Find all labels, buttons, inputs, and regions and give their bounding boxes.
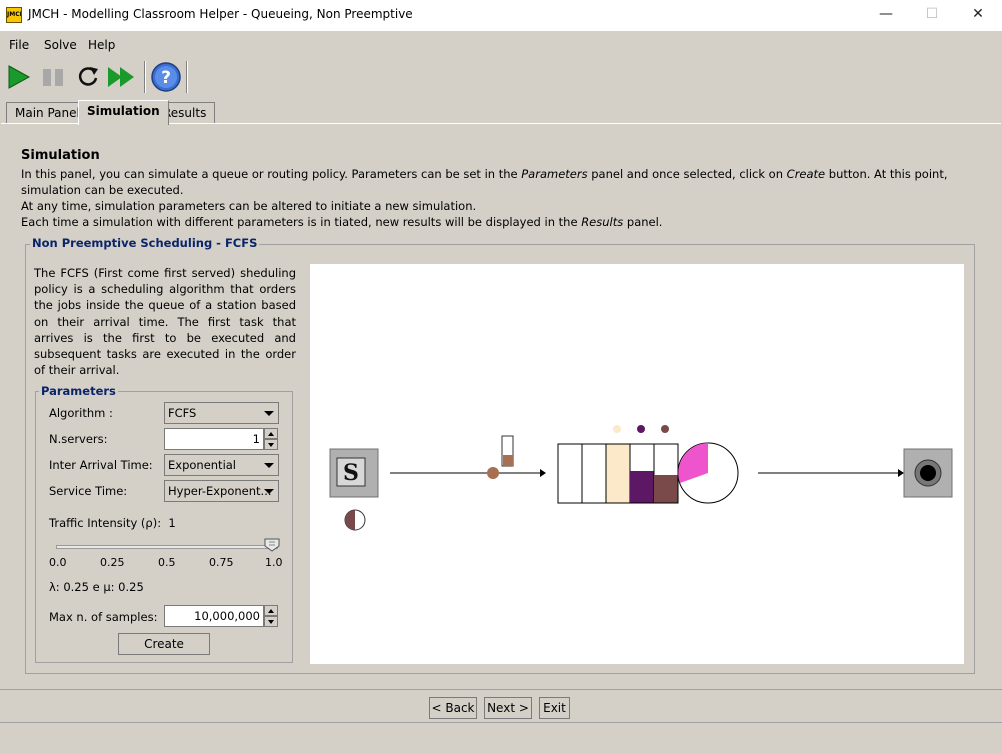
traffic-slider-thumb[interactable] xyxy=(264,538,280,552)
samples-input[interactable] xyxy=(164,605,264,627)
waiting-jobs xyxy=(613,425,669,433)
toolbar: ? xyxy=(0,57,1002,97)
toolbar-separator xyxy=(186,61,188,93)
status-bar xyxy=(0,722,1002,754)
samples-up-button[interactable] xyxy=(264,605,278,616)
servers-stepper[interactable] xyxy=(164,428,279,450)
page-title: Simulation xyxy=(21,148,100,163)
intro-line-1: In this panel, you can simulate a queue … xyxy=(21,167,948,197)
servers-up-button[interactable] xyxy=(264,428,278,439)
tab-bar: Main Panel Simulation Results xyxy=(0,100,1002,125)
play-button[interactable] xyxy=(4,61,36,93)
simulation-canvas: S xyxy=(310,264,964,664)
exit-button[interactable]: Exit xyxy=(539,697,570,719)
svg-text:?: ? xyxy=(161,68,171,88)
algorithm-description: The FCFS (First come first served) shedu… xyxy=(34,266,296,378)
servers-input[interactable] xyxy=(164,428,264,450)
help-icon: ? xyxy=(151,62,181,92)
menu-help[interactable]: Help xyxy=(88,38,115,52)
source-label: S xyxy=(343,460,359,486)
intro-text: In this panel, you can simulate a queue … xyxy=(21,166,986,230)
help-button[interactable]: ? xyxy=(150,61,182,93)
queue-buffer xyxy=(557,443,679,504)
traffic-slider[interactable] xyxy=(56,545,278,549)
source-node: S xyxy=(329,448,379,498)
tab-simulation[interactable]: Simulation xyxy=(78,100,169,125)
servers-label: N.servers: xyxy=(49,432,108,446)
back-button[interactable]: < Back xyxy=(429,697,477,719)
slider-tick: 1.0 xyxy=(265,556,283,569)
reset-button[interactable] xyxy=(72,61,104,93)
waiting-job-dot xyxy=(661,425,669,433)
arrow-icon xyxy=(898,469,904,477)
menu-solve[interactable]: Solve xyxy=(44,38,77,52)
maximize-button[interactable]: ☐ xyxy=(909,0,955,31)
next-button[interactable]: Next > xyxy=(484,697,532,719)
intro-line-3: Each time a simulation with different pa… xyxy=(21,215,663,229)
title-bar: JMCH JMCH - Modelling Classroom Helper -… xyxy=(0,0,1002,31)
play-icon xyxy=(8,65,31,89)
intro-line-2: At any time, simulation parameters can b… xyxy=(21,199,477,213)
chevron-down-icon xyxy=(264,411,274,416)
slider-tick: 0.75 xyxy=(209,556,234,569)
server-node xyxy=(677,442,739,504)
simulation-panel: Simulation In this panel, you can simula… xyxy=(1,123,1001,689)
queue-cell-fill xyxy=(630,471,654,503)
service-select[interactable]: Hyper-Exponent... xyxy=(164,480,279,502)
servers-down-button[interactable] xyxy=(264,439,278,450)
source-job-indicator xyxy=(344,509,366,531)
samples-stepper[interactable] xyxy=(164,605,279,627)
slider-tick: 0.25 xyxy=(100,556,125,569)
chevron-down-icon xyxy=(264,489,274,494)
create-button[interactable]: Create xyxy=(118,633,210,655)
group-title: Non Preemptive Scheduling - FCFS xyxy=(30,236,260,250)
fcfs-group: Non Preemptive Scheduling - FCFS The FCF… xyxy=(25,236,975,674)
app-icon: JMCH xyxy=(6,7,22,23)
queue-diagram: S xyxy=(329,425,953,531)
tab-main-panel[interactable]: Main Panel xyxy=(6,102,89,124)
pause-button[interactable] xyxy=(38,61,70,93)
algorithm-label: Algorithm : xyxy=(49,406,113,420)
service-label: Service Time: xyxy=(49,484,128,498)
slider-tick: 0.0 xyxy=(49,556,67,569)
waiting-job-dot xyxy=(613,425,621,433)
queue-cell xyxy=(581,443,607,504)
traffic-label: Traffic Intensity (ρ): 1 xyxy=(49,516,176,530)
samples-label: Max n. of samples: xyxy=(49,610,158,624)
slider-tick: 0.5 xyxy=(158,556,176,569)
close-button[interactable]: ✕ xyxy=(955,0,1001,31)
fast-forward-icon xyxy=(108,67,134,87)
arrow-icon xyxy=(540,469,546,477)
queue-cell-fill xyxy=(654,475,678,503)
queue-cell xyxy=(557,443,583,504)
arrival-select[interactable]: Exponential xyxy=(164,454,279,476)
reset-icon xyxy=(78,67,98,86)
chevron-down-icon xyxy=(264,463,274,468)
fast-forward-button[interactable] xyxy=(106,61,138,93)
toolbar-separator xyxy=(144,61,146,93)
menu-file[interactable]: File xyxy=(9,38,29,52)
arrival-label: Inter Arrival Time: xyxy=(49,458,153,472)
sink-node xyxy=(903,448,953,498)
minimize-button[interactable]: — xyxy=(863,0,909,31)
waiting-job-dot xyxy=(637,425,645,433)
algorithm-select[interactable]: FCFS xyxy=(164,402,279,424)
window-title: JMCH - Modelling Classroom Helper - Queu… xyxy=(28,7,413,21)
menu-bar: File Solve Help xyxy=(0,31,1002,57)
pause-icon xyxy=(43,69,63,86)
lambda-mu-readout: λ: 0.25 e μ: 0.25 xyxy=(49,580,144,594)
queue-cell xyxy=(605,443,631,504)
parameters-title: Parameters xyxy=(39,384,118,398)
parameters-panel: Parameters Algorithm : FCFS N.servers: I… xyxy=(35,384,293,663)
samples-down-button[interactable] xyxy=(264,616,278,627)
